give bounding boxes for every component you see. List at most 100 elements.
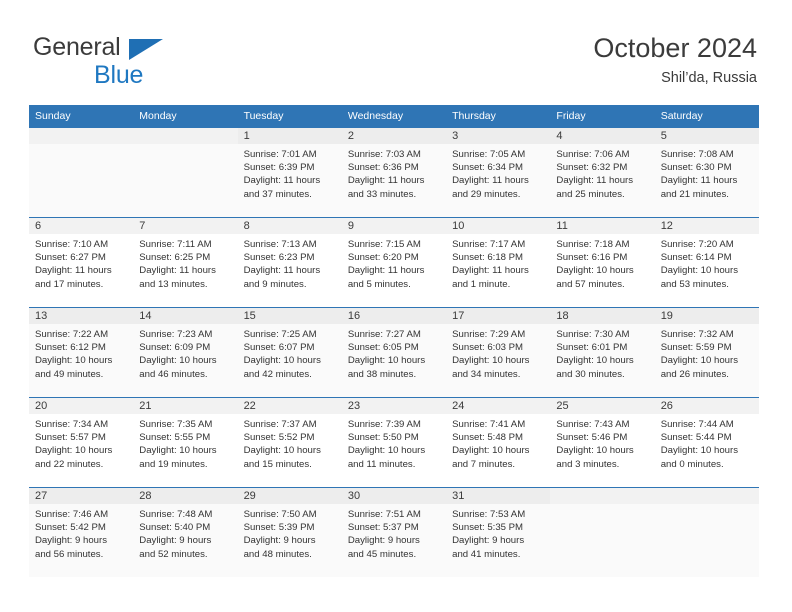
- calendar-week-row: 27 Sunrise: 7:46 AM Sunset: 5:42 PM Dayligh…: [29, 487, 759, 577]
- calendar-day-cell[interactable]: 21 Sunrise: 7:35 AM Sunset: 5:55 PM Dayligh…: [133, 397, 238, 488]
- weekday-header-friday: Friday: [550, 105, 655, 128]
- day-details: Sunrise: 7:11 AM Sunset: 6:25 PM Daylight:…: [133, 234, 237, 291]
- calendar-day-cell[interactable]: 10 Sunrise: 7:17 AM Sunset: 6:18 PM Dayligh…: [446, 217, 551, 308]
- calendar-day-cell[interactable]: 2 Sunrise: 7:03 AM Sunset: 6:36 PM Daylight…: [341, 127, 447, 218]
- calendar-day-cell[interactable]: 4 Sunrise: 7:06 AM Sunset: 6:32 PM Daylight…: [550, 127, 655, 218]
- day-details: [655, 504, 759, 508]
- sunset-text: Sunset: 6:30 PM: [660, 162, 732, 174]
- sunrise-text: Sunrise: 7:18 AM: [556, 239, 630, 250]
- daylight-text: Daylight: 9 hours: [139, 535, 212, 547]
- sunset-text: Sunset: 5:42 PM: [35, 522, 106, 534]
- calendar-day-cell[interactable]: 26 Sunrise: 7:44 AM Sunset: 5:44 PM Dayligh…: [654, 397, 759, 488]
- brand-logo[interactable]: General Blue: [33, 34, 263, 92]
- sunrise-text: Sunrise: 7:08 AM: [660, 149, 734, 160]
- daylight-text: and 33 minutes.: [347, 188, 417, 200]
- sunrise-text: Sunrise: 7:34 AM: [35, 419, 109, 430]
- day-details: Sunrise: 7:06 AM Sunset: 6:32 PM Daylight:…: [550, 144, 654, 201]
- brand-word-blue: Blue: [94, 61, 144, 89]
- calendar-day-cell[interactable]: 28 Sunrise: 7:48 AM Sunset: 5:40 PM Dayligh…: [133, 487, 238, 577]
- daylight-text: and 9 minutes.: [243, 278, 307, 290]
- calendar-day-cell[interactable]: 6 Sunrise: 7:10 AM Sunset: 6:27 PM Daylight…: [29, 217, 134, 308]
- calendar-day-cell[interactable]: 17 Sunrise: 7:29 AM Sunset: 6:03 PM Dayligh…: [446, 307, 551, 398]
- day-details: [133, 144, 237, 148]
- day-number: 11: [550, 218, 655, 234]
- sunrise-text: Sunrise: 7:30 AM: [556, 329, 630, 340]
- day-number: 29: [237, 488, 342, 504]
- day-number: 9: [341, 218, 447, 234]
- daylight-text: and 3 minutes.: [556, 458, 620, 470]
- daylight-text: Daylight: 11 hours: [660, 175, 738, 187]
- day-number: 27: [29, 488, 134, 504]
- daylight-text: Daylight: 11 hours: [347, 265, 425, 277]
- calendar-day-cell[interactable]: 22 Sunrise: 7:37 AM Sunset: 5:52 PM Dayligh…: [237, 397, 342, 488]
- calendar-day-cell[interactable]: 27 Sunrise: 7:46 AM Sunset: 5:42 PM Dayligh…: [29, 487, 134, 577]
- calendar-day-cell[interactable]: 13 Sunrise: 7:22 AM Sunset: 6:12 PM Dayligh…: [29, 307, 134, 398]
- calendar-day-cell[interactable]: 23 Sunrise: 7:39 AM Sunset: 5:50 PM Dayligh…: [341, 397, 447, 488]
- day-number: 28: [133, 488, 238, 504]
- daylight-text: Daylight: 11 hours: [139, 265, 216, 277]
- sunset-text: Sunset: 6:32 PM: [556, 162, 628, 174]
- day-number: [654, 488, 759, 504]
- sunrise-text: Sunrise: 7:27 AM: [347, 329, 421, 340]
- daylight-text: Daylight: 10 hours: [556, 265, 634, 277]
- daylight-text: Daylight: 10 hours: [347, 355, 426, 367]
- day-number: 31: [446, 488, 551, 504]
- calendar-day-cell[interactable]: 18 Sunrise: 7:30 AM Sunset: 6:01 PM Dayligh…: [550, 307, 655, 398]
- sunset-text: Sunset: 5:48 PM: [452, 432, 524, 444]
- calendar-day-cell[interactable]: 25 Sunrise: 7:43 AM Sunset: 5:46 PM Dayligh…: [550, 397, 655, 488]
- calendar-page: General Blue October 2024 Shil’da, Russi…: [0, 0, 792, 612]
- day-number: 3: [446, 128, 551, 144]
- calendar-day-cell[interactable]: 8 Sunrise: 7:13 AM Sunset: 6:23 PM Daylight…: [237, 217, 342, 308]
- daylight-text: and 19 minutes.: [139, 458, 208, 470]
- daylight-text: and 21 minutes.: [660, 188, 729, 200]
- daylight-text: Daylight: 9 hours: [243, 535, 316, 547]
- calendar-day-cell[interactable]: 31 Sunrise: 7:53 AM Sunset: 5:35 PM Dayligh…: [446, 487, 551, 577]
- calendar-day-cell[interactable]: 19 Sunrise: 7:32 AM Sunset: 5:59 PM Dayligh…: [654, 307, 759, 398]
- daylight-text: Daylight: 10 hours: [243, 445, 321, 457]
- day-details: Sunrise: 7:01 AM Sunset: 6:39 PM Daylight:…: [238, 144, 342, 201]
- calendar-day-cell-empty: [654, 487, 759, 577]
- sunset-text: Sunset: 5:37 PM: [347, 522, 419, 534]
- day-details: Sunrise: 7:27 AM Sunset: 6:05 PM Daylight:…: [342, 324, 446, 381]
- daylight-text: and 57 minutes.: [556, 278, 625, 290]
- sunset-text: Sunset: 6:20 PM: [347, 252, 419, 264]
- daylight-text: and 37 minutes.: [243, 188, 312, 200]
- day-details: Sunrise: 7:17 AM Sunset: 6:18 PM Daylight:…: [446, 234, 550, 291]
- weekday-header-sunday: Sunday: [29, 105, 134, 128]
- calendar-day-cell[interactable]: 3 Sunrise: 7:05 AM Sunset: 6:34 PM Daylight…: [446, 127, 551, 218]
- sunrise-text: Sunrise: 7:13 AM: [243, 239, 317, 250]
- day-number: 30: [341, 488, 447, 504]
- weekday-header-saturday: Saturday: [654, 105, 759, 128]
- daylight-text: and 34 minutes.: [452, 368, 521, 380]
- day-number: 7: [133, 218, 238, 234]
- calendar-day-cell[interactable]: 24 Sunrise: 7:41 AM Sunset: 5:48 PM Dayligh…: [446, 397, 551, 488]
- day-number: 17: [446, 308, 551, 324]
- calendar-day-cell[interactable]: 7 Sunrise: 7:11 AM Sunset: 6:25 PM Daylight…: [133, 217, 238, 308]
- page-subtitle: Shil’da, Russia: [661, 70, 757, 86]
- day-details: Sunrise: 7:44 AM Sunset: 5:44 PM Daylight:…: [655, 414, 759, 471]
- calendar-day-cell[interactable]: 15 Sunrise: 7:25 AM Sunset: 6:07 PM Dayligh…: [237, 307, 342, 398]
- day-number: 4: [550, 128, 655, 144]
- daylight-text: Daylight: 10 hours: [556, 445, 634, 457]
- sunrise-text: Sunrise: 7:25 AM: [243, 329, 317, 340]
- sunset-text: Sunset: 5:40 PM: [139, 522, 211, 534]
- calendar-day-cell[interactable]: 16 Sunrise: 7:27 AM Sunset: 6:05 PM Dayligh…: [341, 307, 447, 398]
- sunset-text: Sunset: 6:36 PM: [347, 162, 419, 174]
- calendar-day-cell[interactable]: 14 Sunrise: 7:23 AM Sunset: 6:09 PM Dayligh…: [133, 307, 238, 398]
- sunrise-text: Sunrise: 7:06 AM: [556, 149, 630, 160]
- daylight-text: and 26 minutes.: [660, 368, 729, 380]
- sunrise-text: Sunrise: 7:03 AM: [347, 149, 421, 160]
- calendar-day-cell-empty: [29, 127, 134, 218]
- day-details: [550, 504, 654, 508]
- calendar-day-cell[interactable]: 20 Sunrise: 7:34 AM Sunset: 5:57 PM Dayligh…: [29, 397, 134, 488]
- calendar-day-cell[interactable]: 9 Sunrise: 7:15 AM Sunset: 6:20 PM Daylight…: [341, 217, 447, 308]
- calendar-day-cell[interactable]: 1 Sunrise: 7:01 AM Sunset: 6:39 PM Daylight…: [237, 127, 342, 218]
- day-details: Sunrise: 7:34 AM Sunset: 5:57 PM Daylight:…: [29, 414, 133, 471]
- calendar-day-cell[interactable]: 29 Sunrise: 7:50 AM Sunset: 5:39 PM Dayligh…: [237, 487, 342, 577]
- sunset-text: Sunset: 5:50 PM: [347, 432, 419, 444]
- calendar-day-cell[interactable]: 5 Sunrise: 7:08 AM Sunset: 6:30 PM Daylight…: [654, 127, 759, 218]
- calendar-day-cell[interactable]: 30 Sunrise: 7:51 AM Sunset: 5:37 PM Dayligh…: [341, 487, 447, 577]
- day-details: Sunrise: 7:41 AM Sunset: 5:48 PM Daylight:…: [446, 414, 550, 471]
- calendar-day-cell[interactable]: 11 Sunrise: 7:18 AM Sunset: 6:16 PM Dayligh…: [550, 217, 655, 308]
- calendar-day-cell[interactable]: 12 Sunrise: 7:20 AM Sunset: 6:14 PM Dayligh…: [654, 217, 759, 308]
